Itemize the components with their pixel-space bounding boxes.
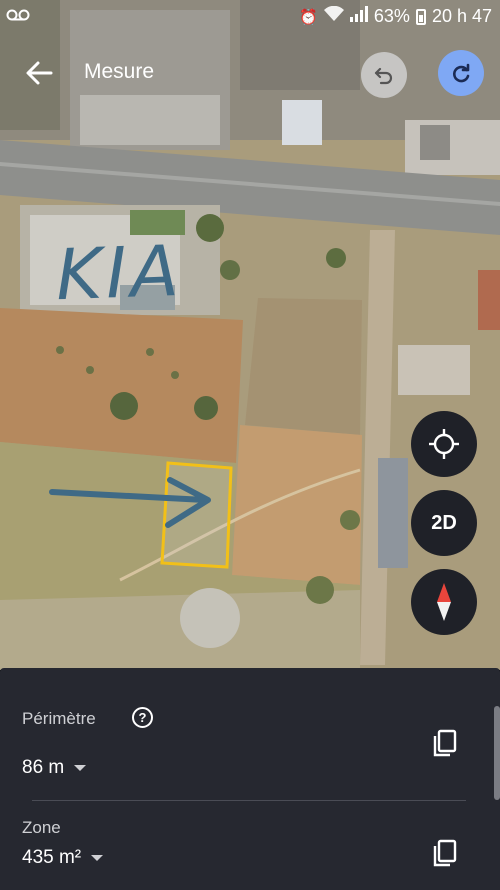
copy-area-icon[interactable] (430, 838, 460, 868)
help-icon[interactable]: ? (132, 707, 153, 728)
area-value: 435 m² (22, 847, 82, 868)
battery-percent: 63% (373, 6, 410, 26)
divider (32, 800, 466, 801)
redo-button[interactable] (438, 50, 484, 96)
copy-perimeter-icon[interactable] (430, 728, 460, 758)
compass-button[interactable] (411, 569, 477, 635)
chevron-down-icon (91, 855, 104, 861)
crosshair-icon (429, 429, 459, 459)
area-unit-dropdown[interactable]: 435 m² (22, 847, 104, 869)
my-location-button[interactable] (411, 411, 477, 477)
back-arrow-icon[interactable] (24, 58, 54, 88)
perimeter-label: Périmètre (22, 709, 96, 728)
wifi-icon (323, 5, 344, 27)
status-bar: ⏰ 63% 20 h 47 (0, 0, 500, 34)
clock: 20 h 47 (431, 6, 492, 26)
undo-button[interactable] (361, 52, 407, 98)
signal-icon (349, 6, 368, 27)
satellite-map[interactable]: KIA (0, 0, 500, 670)
battery-icon (415, 8, 426, 25)
compass-icon (437, 583, 451, 621)
measurement-panel: Périmètre ? 86 m Zone 435 m² (0, 668, 500, 890)
map-annotation: KIA (54, 229, 184, 317)
redo-icon (453, 63, 470, 83)
page-title: Mesure (84, 60, 155, 83)
area-label: Zone (22, 818, 61, 837)
perimeter-unit-dropdown[interactable]: 86 m (22, 757, 87, 779)
voicemail-icon (6, 6, 30, 27)
view-mode-button[interactable]: 2D (411, 490, 477, 556)
map-imagery (0, 0, 500, 670)
chevron-down-icon (74, 765, 87, 771)
perimeter-value: 86 m (22, 757, 65, 778)
alarm-icon: ⏰ (299, 8, 318, 26)
scrollbar[interactable] (494, 706, 500, 800)
undo-icon (374, 67, 393, 85)
